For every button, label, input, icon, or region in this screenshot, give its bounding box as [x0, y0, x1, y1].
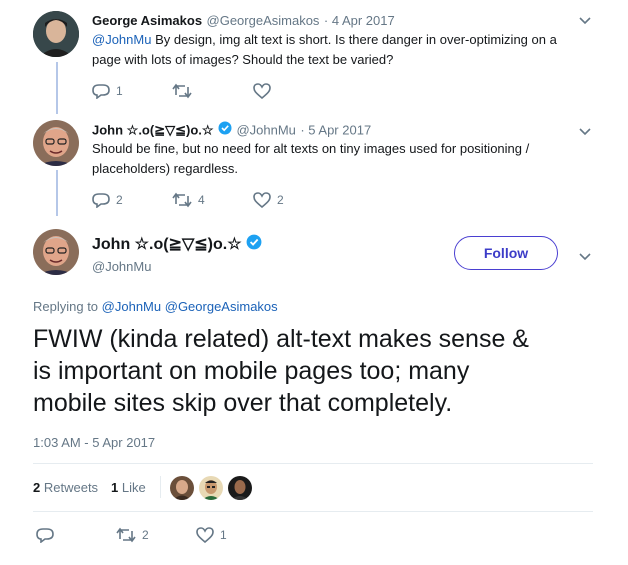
- retweets-stat[interactable]: 2 Retweets: [33, 480, 98, 495]
- retweet-icon: [116, 527, 136, 543]
- thread-connector-line: [56, 62, 58, 114]
- like-icon: [253, 192, 271, 208]
- tweet1-handle[interactable]: @GeorgeAsimakos: [207, 13, 320, 28]
- tweet2-reply-button[interactable]: 2: [92, 192, 123, 208]
- liker-avatar[interactable]: [170, 476, 194, 500]
- tweet1-like-button[interactable]: [253, 83, 277, 99]
- retweets-label: Retweets: [43, 480, 99, 495]
- replying-to-link-georgeasimakos[interactable]: @GeorgeAsimakos: [165, 299, 278, 314]
- replying-to-label: Replying to: [33, 299, 99, 314]
- like-icon: [196, 527, 214, 543]
- main-author-avatar[interactable]: [33, 229, 79, 275]
- tweet1-author-name[interactable]: George Asimakos: [92, 13, 202, 28]
- divider: [33, 463, 593, 464]
- thread-connector-line: [56, 170, 58, 216]
- tweet1-text-line2: page with lots of images? Should the tex…: [92, 52, 394, 67]
- likes-count: 1: [111, 480, 119, 495]
- main-reply-button[interactable]: [36, 527, 60, 543]
- main-retweet-count: 2: [142, 528, 149, 542]
- main-text-line2: is important on mobile pages too; many: [33, 357, 470, 385]
- tweet2-date[interactable]: · 5 Apr 2017: [300, 123, 371, 138]
- likes-label: Like: [121, 480, 146, 495]
- retweet-icon: [172, 192, 192, 208]
- main-like-count: 1: [220, 528, 227, 542]
- like-icon: [253, 83, 271, 99]
- john-avatar[interactable]: [33, 120, 79, 166]
- replying-to-link-johnmu[interactable]: @JohnMu: [102, 299, 161, 314]
- reply-icon: [92, 193, 110, 208]
- tweet1-reply-button[interactable]: 1: [92, 83, 123, 99]
- tweet2-handle[interactable]: @JohnMu: [236, 123, 295, 138]
- divider: [33, 511, 593, 512]
- tweet1-chevron-down-icon[interactable]: [578, 13, 592, 31]
- verified-badge-icon: [218, 121, 232, 140]
- retweets-count: 2: [33, 480, 41, 495]
- tweet2-like-button[interactable]: 2: [253, 192, 284, 208]
- retweet-icon: [172, 83, 192, 99]
- main-timestamp[interactable]: 1:03 AM - 5 Apr 2017: [33, 435, 155, 450]
- follow-button[interactable]: Follow: [454, 236, 558, 270]
- tweet1-retweet-button[interactable]: [172, 83, 198, 99]
- main-text-line1: FWIW (kinda related) alt-text makes sens…: [33, 325, 529, 353]
- replying-to-line: Replying to @JohnMu @GeorgeAsimakos: [33, 299, 278, 314]
- tweet2-author-name[interactable]: John ☆.o(≧▽≦)o.☆: [92, 123, 214, 138]
- liker-avatar[interactable]: [199, 476, 223, 500]
- reply-icon: [36, 528, 54, 543]
- tweet2-text-line1: Should be fine, but no need for alt text…: [92, 141, 530, 156]
- tweet1-date[interactable]: · 4 Apr 2017: [324, 13, 395, 28]
- verified-badge-icon: [246, 234, 262, 255]
- tweet2-retweet-count: 4: [198, 193, 205, 207]
- tweet1-text-line1: By design, img alt text is short. Is the…: [151, 32, 557, 47]
- tweet1-reply-count: 1: [116, 84, 123, 98]
- tweet2-retweet-button[interactable]: 4: [172, 192, 205, 208]
- tweet2-reply-count: 2: [116, 193, 123, 207]
- tweet1-mention-link[interactable]: @JohnMu: [92, 32, 151, 47]
- likes-stat[interactable]: 1 Like: [111, 480, 146, 495]
- tweet2-like-count: 2: [277, 193, 284, 207]
- main-like-button[interactable]: 1: [196, 527, 227, 543]
- tweet2-text: Should be fine, but no need for alt text…: [92, 139, 602, 179]
- reply-icon: [92, 84, 110, 99]
- george-avatar[interactable]: [33, 11, 79, 57]
- main-author-handle[interactable]: @JohnMu: [92, 259, 151, 274]
- main-text-line3: mobile sites skip over that completely.: [33, 389, 453, 417]
- liker-avatar[interactable]: [228, 476, 252, 500]
- stat-separator: [160, 476, 161, 498]
- tweet2-text-line2: placeholders) regardless.: [92, 161, 238, 176]
- main-author-name[interactable]: John ☆.o(≧▽≦)o.☆: [92, 236, 242, 253]
- main-tweet-text: FWIW (kinda related) alt-text makes sens…: [33, 323, 613, 419]
- main-chevron-down-icon[interactable]: [578, 249, 592, 267]
- main-retweet-button[interactable]: 2: [116, 527, 149, 543]
- tweet1-text: @JohnMu By design, img alt text is short…: [92, 30, 602, 70]
